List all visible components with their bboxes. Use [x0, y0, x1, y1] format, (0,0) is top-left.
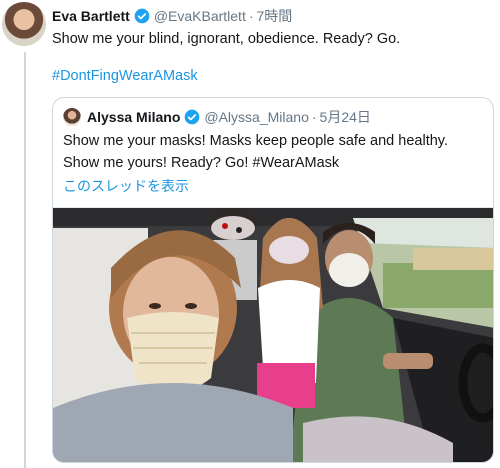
quoted-author-name[interactable]: Alyssa Milano	[87, 109, 180, 125]
tweet-timestamp[interactable]: 7時間	[257, 6, 293, 26]
separator-dot: ·	[248, 8, 254, 24]
show-thread-link[interactable]: このスレッドを表示	[63, 176, 189, 196]
tweet-text: Show me your blind, ignorant, obedience.…	[52, 31, 401, 47]
quoted-tweet-card[interactable]: Alyssa Milano @Alyssa_Milano · 5月24日 Sho…	[52, 97, 494, 463]
quoted-author-avatar[interactable]	[63, 108, 81, 126]
author-name[interactable]: Eva Bartlett	[52, 8, 130, 24]
hashtag-link[interactable]: #DontFingWearAMask	[52, 68, 198, 84]
quoted-tweet-text: Show me your masks! Masks keep people sa…	[63, 133, 448, 171]
quoted-tweet-photo[interactable]	[53, 207, 493, 462]
separator-dot: ·	[311, 109, 317, 125]
quoted-author-handle[interactable]: @Alyssa_Milano	[204, 109, 308, 125]
verified-badge-icon	[185, 109, 200, 125]
car-selfie-photo	[53, 208, 493, 462]
author-avatar[interactable]	[2, 2, 46, 46]
quoted-tweet-date[interactable]: 5月24日	[320, 107, 371, 127]
author-handle[interactable]: @EvaKBartlett	[154, 8, 246, 24]
verified-badge-icon	[134, 8, 150, 24]
thread-connector-line	[24, 52, 26, 468]
tweet-header: Eva Bartlett @EvaKBartlett · 7時間	[52, 6, 292, 26]
quoted-tweet-header: Alyssa Milano @Alyssa_Milano · 5月24日	[63, 107, 371, 127]
